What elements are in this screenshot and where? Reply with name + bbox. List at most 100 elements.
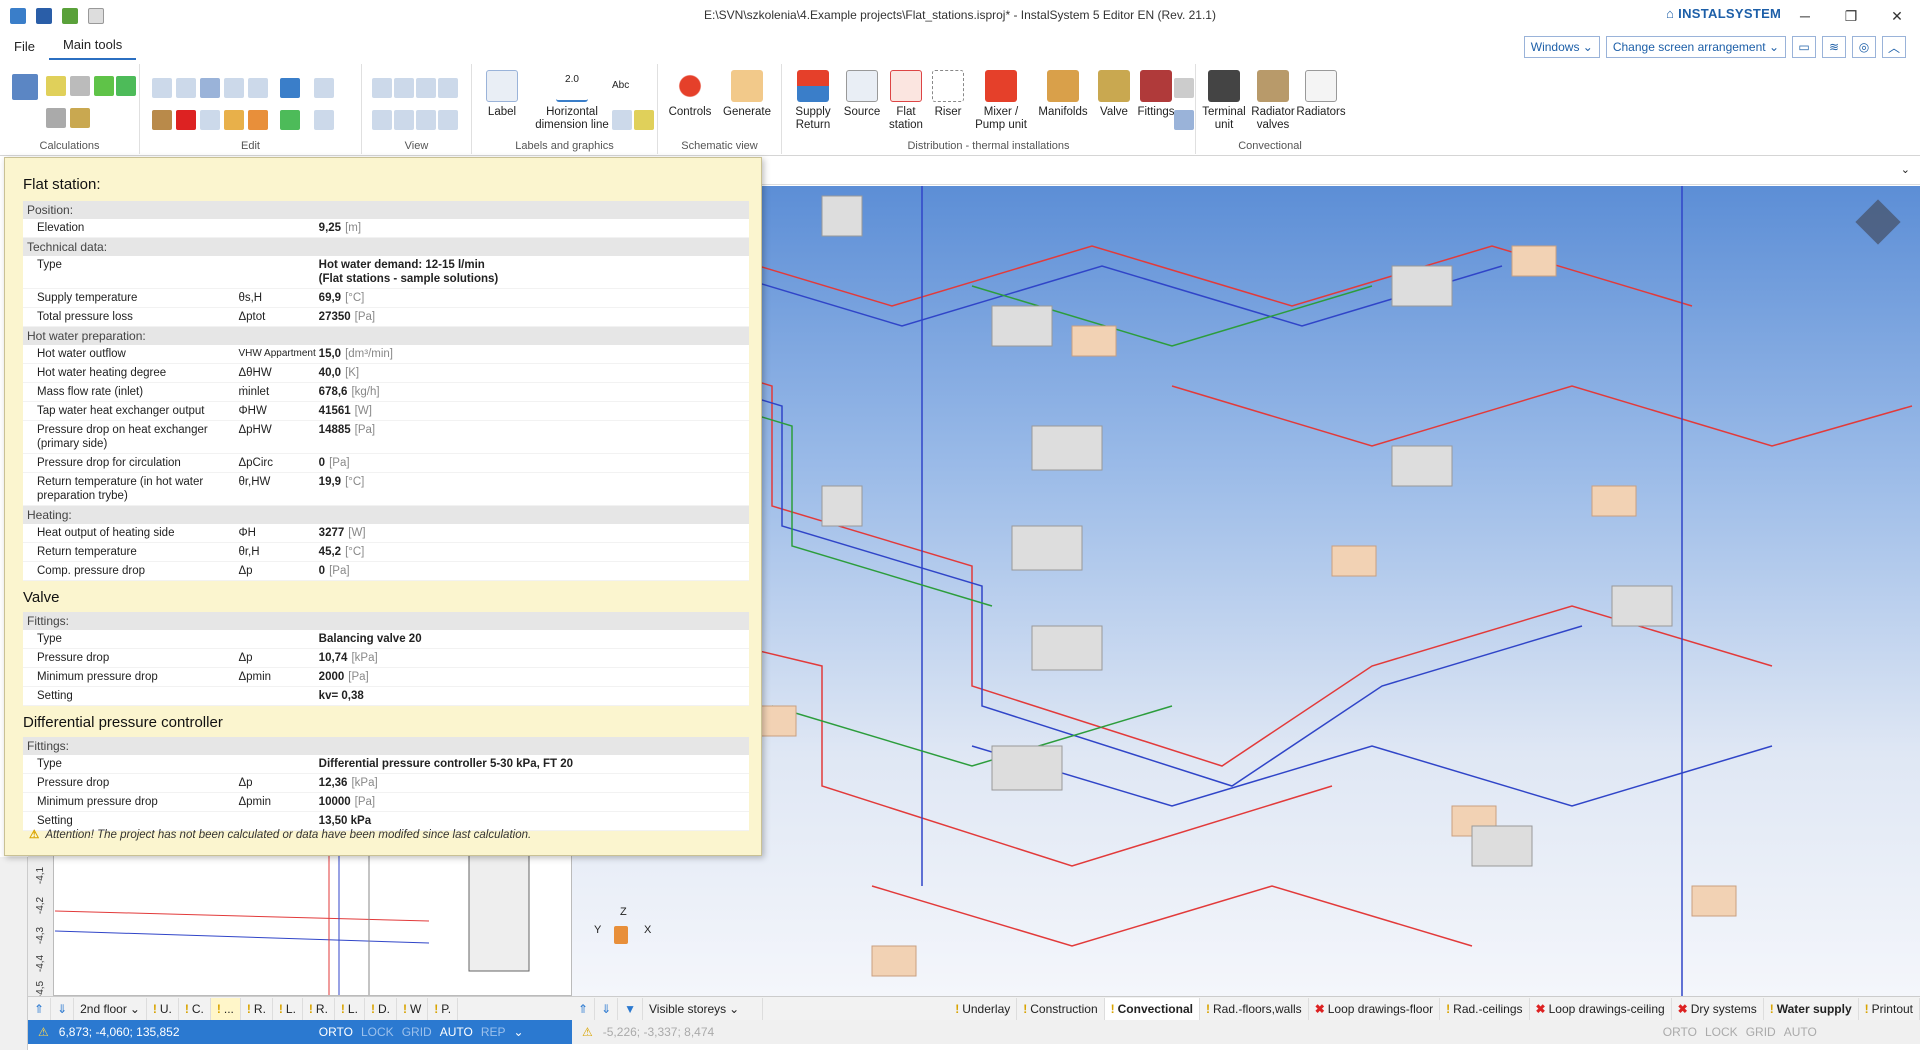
viewport-nav-down-icon[interactable]: ⇓ [595,997,619,1020]
left-tab[interactable]: ! R. [303,997,335,1020]
lock-toggle[interactable]: LOCK [361,1025,394,1039]
controls-button[interactable]: Controls [664,70,716,119]
align-icon[interactable] [314,78,334,98]
cut-icon[interactable] [152,110,172,130]
tab-main-tools[interactable]: Main tools [48,37,137,60]
fittings-button[interactable]: Fittings [1136,70,1176,119]
layer-tab-convectional[interactable]: ! Convectional [1104,997,1200,1020]
label-button[interactable]: Label [480,70,524,119]
flat-station-button[interactable]: Flat station [886,70,926,132]
paste-icon[interactable] [176,78,196,98]
calc-settings-icon[interactable] [70,76,90,96]
viewport-lock-toggle[interactable]: LOCK [1705,1025,1738,1039]
calc-export-icon[interactable] [70,108,90,128]
calc-check-icon[interactable] [94,76,114,96]
graphic-icon[interactable] [634,110,654,130]
left-tab[interactable]: !... [210,997,241,1020]
radiator-valves-button[interactable]: Radiator valves [1250,70,1296,132]
undo-icon[interactable] [200,78,220,98]
zoom-next-icon[interactable] [416,110,436,130]
abc-text-button[interactable]: Abc [612,80,629,91]
layer-tab-dry-systems[interactable]: ✖ Dry systems [1672,997,1764,1020]
layer-tab-loop-drawings-floor[interactable]: ✖ Loop drawings-floor [1309,997,1441,1020]
viewport-nav-up-icon[interactable]: ⇑ [572,997,596,1020]
radiators-button[interactable]: Radiators [1296,70,1346,119]
storey-dropdown[interactable]: 2nd floor ⌄ [74,997,147,1020]
horizontal-dimension-button[interactable]: 2.0 Horizontal dimension line [526,70,618,132]
supply-return-button[interactable]: Supply Return [788,70,838,132]
view-options-icon[interactable] [438,110,458,130]
viewport-orto-toggle[interactable]: ORTO [1663,1025,1697,1039]
viewport-auto-toggle[interactable]: AUTO [1784,1025,1817,1039]
visible-storeys-dropdown[interactable]: Visible storeys ⌄ [643,997,764,1020]
layer-tab-printout[interactable]: ! Printout [1859,997,1920,1020]
help-icon[interactable]: ◎ [1852,36,1876,58]
calculator-icon[interactable] [12,74,38,100]
menu-file[interactable]: File [0,39,49,60]
left-tab[interactable]: ! C. [179,997,211,1020]
left-tab[interactable]: ! R. [241,997,273,1020]
3d-viewport[interactable] [572,186,1920,996]
layer-tab-water-supply[interactable]: ! Water supply [1764,997,1859,1020]
zoom-prev-icon[interactable] [394,110,414,130]
source-button[interactable]: Source [840,70,884,119]
riser-button[interactable]: Riser [928,70,968,119]
close-icon[interactable]: ✕ [1874,0,1920,32]
orto-toggle[interactable]: ORTO [319,1025,353,1039]
dist-extra-1-icon[interactable] [1174,78,1194,98]
valve-button[interactable]: Valve [1094,70,1134,119]
dist-extra-2-icon[interactable] [1174,110,1194,130]
auto-toggle[interactable]: AUTO [440,1025,473,1039]
calc-results-icon[interactable] [116,76,136,96]
layer-tab-rad-ceilings[interactable]: ! Rad.-ceilings [1440,997,1530,1020]
manifolds-button[interactable]: Manifolds [1034,70,1092,119]
copy-icon[interactable] [152,78,172,98]
nav-down-icon[interactable]: ⇓ [51,997,75,1020]
zoom-out-icon[interactable] [394,78,414,98]
move-icon[interactable] [248,78,268,98]
zoom-in-icon[interactable] [372,78,392,98]
windows-dropdown[interactable]: Windows ⌄ [1523,36,1600,58]
layer-tab-rad-floors-walls[interactable]: ! Rad.-floors,walls [1200,997,1309,1020]
left-tab[interactable]: ! U. [147,997,179,1020]
screen-arrangement-dropdown[interactable]: Change screen arrangement ⌄ [1605,36,1786,58]
terminal-unit-button[interactable]: Terminal unit [1200,70,1248,132]
left-tab[interactable]: ! L. [335,997,365,1020]
left-tab[interactable]: ! W [397,997,429,1020]
layer-tab-loop-drawings-ceiling[interactable]: ✖ Loop drawings-ceiling [1530,997,1672,1020]
viewport-menu-chevron-icon[interactable]: ⌄ [1901,163,1910,176]
left-tab[interactable]: ! D. [365,997,397,1020]
properties-icon[interactable] [280,78,300,98]
viewport-grid-toggle[interactable]: GRID [1746,1025,1776,1039]
connect-icon[interactable] [280,110,300,130]
filter-icon[interactable]: ▼ [618,997,644,1020]
rotate-icon[interactable] [200,110,220,130]
status-menu-chevron-icon[interactable]: ⌄ [514,1025,524,1039]
frame-icon[interactable] [224,78,244,98]
select-icon[interactable] [314,110,334,130]
radiator-settings-icon[interactable]: ≋ [1822,36,1846,58]
calc-run-icon[interactable] [46,76,66,96]
nav-up-icon[interactable]: ⇑ [28,997,52,1020]
collapse-ribbon-icon[interactable]: ︿ [1882,36,1906,58]
layer-tab-underlay[interactable]: ! Underlay [949,997,1018,1020]
2d-section-view[interactable] [28,850,572,996]
layer-tab-construction[interactable]: ! Construction [1017,997,1105,1020]
left-tab[interactable]: ! P. [428,997,459,1020]
generate-button[interactable]: Generate [718,70,776,119]
calc-report-icon[interactable] [46,108,66,128]
zoom-all-icon[interactable] [416,78,436,98]
grid-toggle[interactable]: GRID [402,1025,432,1039]
mixer-pump-button[interactable]: Mixer / Pump unit [970,70,1032,132]
restore-icon[interactable]: ❐ [1828,0,1874,32]
zoom-window-icon[interactable] [438,78,458,98]
layout-icon[interactable]: ▭ [1792,36,1816,58]
mirror-icon[interactable] [224,110,244,130]
pan-icon[interactable] [372,110,392,130]
delete-icon[interactable] [176,110,196,130]
minimize-icon[interactable]: ─ [1782,0,1828,32]
stretch-icon[interactable] [248,110,268,130]
rep-toggle[interactable]: REP [481,1025,506,1039]
table-icon[interactable] [612,110,632,130]
left-tab[interactable]: ! L. [273,997,303,1020]
